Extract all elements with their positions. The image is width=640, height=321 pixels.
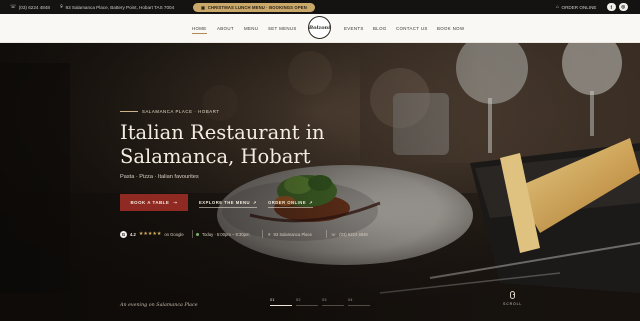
arrow-right-icon: ➝ [173, 199, 178, 205]
nav-item-book-now[interactable]: BOOK NOW [437, 14, 464, 43]
hero-title-line1: Italian Restaurant in [120, 121, 325, 144]
slide-number: 04 [348, 298, 353, 302]
info-divider [262, 230, 263, 238]
slide-indicator-4[interactable]: 04 [348, 298, 370, 306]
rating-stars: ★★★★★ [138, 231, 162, 237]
slide-progress-bar [296, 305, 318, 306]
open-status-dot [196, 232, 199, 236]
hero-location[interactable]: ⌾ 93 Salamanca Place [268, 230, 312, 238]
slide-number: 02 [296, 298, 301, 302]
location-pin-icon: ⌾ [60, 4, 64, 10]
nav-item-set-menus[interactable]: SET MENUS [268, 14, 297, 43]
book-a-table-label: BOOK A TABLE [130, 200, 170, 205]
hero-title-line2: Salamanca, Hobart [120, 145, 311, 168]
nav-item-contact-us[interactable]: CONTACT US [396, 14, 428, 43]
slide-indicator-3[interactable]: 03 [322, 298, 344, 306]
hero-phone[interactable]: ☏ (03) 6224 4848 [331, 230, 368, 238]
book-a-table-button[interactable]: BOOK A TABLE ➝ [120, 194, 188, 211]
nav-item-about[interactable]: ABOUT [217, 14, 234, 43]
topbar-order-online-label: ORDER ONLINE [561, 4, 597, 10]
topbar-address-text: 93 Salamanca Place, Battery Point, Hobar… [65, 4, 175, 10]
hero-title: Italian Restaurant in Salamanca, Hobart [120, 121, 420, 169]
location-pin-icon: ⌾ [268, 231, 271, 237]
hero-subtitle: Pasta · Pizza · Italian favourites [120, 174, 199, 180]
rating-source: on Google [164, 231, 184, 237]
promo-label: CHRISTMAS LUNCH MENU · BOOKINGS OPEN [207, 4, 307, 10]
opening-hours: Today · 5:00pm – 9:30pm [196, 230, 250, 238]
nav-item-events[interactable]: EVENTS [344, 14, 364, 43]
slide-number: 01 [270, 298, 275, 302]
bag-icon: ⌂ [556, 4, 560, 10]
topbar-order-online[interactable]: ⌂ ORDER ONLINE [556, 0, 597, 14]
slide-progress-bar [322, 305, 344, 306]
nav-item-home[interactable]: HOME [192, 14, 207, 43]
hero-phone-text: (03) 6224 4848 [339, 231, 368, 237]
topbar-phone[interactable]: ☏ (03) 6224 4848 [10, 0, 50, 14]
order-online-link[interactable]: ORDER ONLINE ↗ [268, 194, 314, 211]
explore-menu-label: EXPLORE THE MENU [199, 200, 251, 205]
info-divider [326, 230, 327, 238]
eyebrow-text: SALAMANCA PLACE · HOBART [142, 109, 220, 114]
calendar-icon: ▦ [201, 4, 206, 10]
explore-menu-link[interactable]: EXPLORE THE MENU ↗ [199, 194, 258, 211]
scroll-label: SCROLL [503, 302, 523, 306]
logo-text: Bolzoni [308, 24, 331, 31]
nav-item-menu[interactable]: MENU [244, 14, 258, 43]
slide-indicator-1[interactable]: 01 [270, 298, 292, 306]
scroll-indicator[interactable]: SCROLL [503, 291, 522, 306]
arrow-up-right-icon: ↗ [253, 200, 258, 205]
order-online-label: ORDER ONLINE [268, 200, 307, 205]
google-icon: G [120, 230, 127, 238]
mouse-icon [510, 291, 516, 299]
slide-indicator-2[interactable]: 02 [296, 298, 318, 306]
restaurant-logo[interactable]: Bolzoni [308, 16, 331, 39]
instagram-icon[interactable]: ◎ [619, 2, 628, 12]
promo-pill[interactable]: ▦ CHRISTMAS LUNCH MENU · BOOKINGS OPEN [193, 2, 315, 12]
hero-location-text: 93 Salamanca Place [273, 231, 312, 237]
phone-icon: ☏ [331, 231, 337, 237]
hero-overlay [0, 43, 640, 321]
hero-caption: An evening on Salamanca Place [120, 303, 198, 308]
instagram-glyph: ◎ [621, 4, 626, 10]
top-bar: ☏ (03) 6224 4848 ⌾ 93 Salamanca Place, B… [0, 0, 640, 14]
nav-item-blog[interactable]: BLOG [373, 14, 387, 43]
eyebrow-line [120, 111, 138, 112]
rating-value: 4.2 [130, 231, 136, 237]
topbar-phone-text: (03) 6224 4848 [18, 4, 50, 10]
slide-number: 03 [322, 298, 327, 302]
hero-eyebrow: SALAMANCA PLACE · HOBART [120, 109, 220, 114]
topbar-address[interactable]: ⌾ 93 Salamanca Place, Battery Point, Hob… [60, 0, 174, 14]
info-divider [192, 230, 193, 238]
facebook-glyph: f [610, 4, 613, 10]
arrow-up-right-icon: ↗ [309, 200, 314, 205]
hero-section [0, 43, 640, 321]
slide-progress-bar [348, 305, 370, 306]
hours-text: Today · 5:00pm – 9:30pm [202, 231, 250, 237]
slide-progress-bar [270, 305, 292, 306]
google-rating[interactable]: G 4.2 ★★★★★ on Google [120, 230, 184, 238]
phone-icon: ☏ [10, 4, 17, 10]
facebook-icon[interactable]: f [607, 2, 616, 12]
